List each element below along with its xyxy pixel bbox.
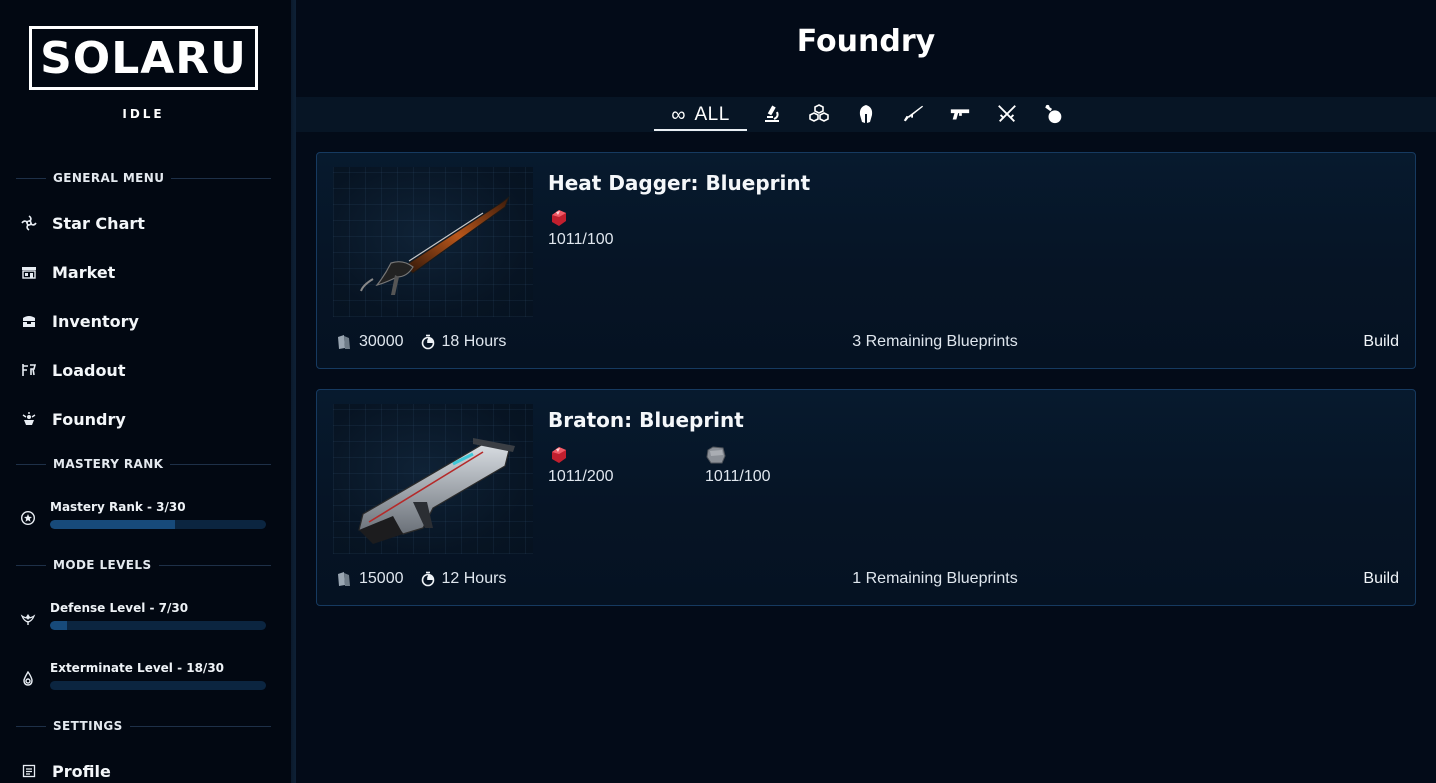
inventory-icon <box>20 312 38 330</box>
helmet-icon[interactable] <box>855 103 877 125</box>
filter-all-tab[interactable]: ∞ ALL <box>654 101 747 131</box>
mastery-rank-header: MASTERY RANK <box>16 457 271 471</box>
category-filter-bar: ∞ ALL <box>296 97 1436 132</box>
settings-header: SETTINGS <box>16 719 271 733</box>
resource-count: 1011/200 <box>548 468 614 485</box>
defense-level-label: Defense Level - 7/30 <box>50 601 189 615</box>
exterminate-level: Exterminate Level - 18/30 <box>20 661 266 697</box>
resource-requirement: 1011/100 <box>705 444 825 486</box>
blueprint-card: Braton: Blueprint 1011/200 1011/100 1500… <box>316 389 1416 606</box>
mastery-rank-title: MASTERY RANK <box>53 457 164 471</box>
page-title: Foundry <box>796 24 936 59</box>
sidebar-item-label: Market <box>52 262 116 282</box>
remaining-blueprints: 3 Remaining Blueprints <box>852 333 1018 350</box>
sidebar-item-label: Star Chart <box>52 213 145 233</box>
build-button[interactable]: Build <box>1363 333 1399 351</box>
sidebar-item-star-chart[interactable]: Star Chart <box>20 210 145 236</box>
resource-count: 1011/100 <box>705 468 771 485</box>
resource-requirement: 1011/100 <box>548 207 668 249</box>
sidebar-item-foundry[interactable]: Foundry <box>20 406 126 432</box>
red-crystal-icon <box>548 207 570 229</box>
general-menu-header: GENERAL MENU <box>16 171 271 185</box>
sidebar-item-loadout[interactable]: Loadout <box>20 357 125 383</box>
loadout-icon <box>20 361 38 379</box>
blueprint-name: Heat Dagger: Blueprint <box>548 171 811 195</box>
blueprint-name: Braton: Blueprint <box>548 408 744 432</box>
mastery-icon <box>20 510 36 526</box>
blueprint-card: Heat Dagger: Blueprint 1011/100 30000 18… <box>316 152 1416 369</box>
potion-icon[interactable] <box>1043 103 1065 125</box>
infinity-icon: ∞ <box>671 104 686 126</box>
resource-requirement: 1011/200 <box>548 444 668 486</box>
sidebar-item-label: Profile <box>52 761 111 781</box>
mastery-progress-bar <box>50 520 266 529</box>
profile-icon <box>20 762 38 780</box>
crossed-swords-icon[interactable] <box>996 103 1018 125</box>
mode-levels-header: MODE LEVELS <box>16 558 271 572</box>
sidebar-item-label: Inventory <box>52 311 139 331</box>
resource-count: 1011/100 <box>548 231 614 248</box>
microscope-icon[interactable] <box>761 103 783 125</box>
pistol-icon[interactable] <box>949 103 971 125</box>
mastery-rank-level: Mastery Rank - 3/30 <box>20 500 266 536</box>
heat-dagger-image <box>333 167 533 317</box>
sidebar-item-label: Foundry <box>52 409 126 429</box>
market-icon <box>20 263 38 281</box>
logo: SOLARU <box>29 26 258 90</box>
metal-ore-icon <box>705 444 727 466</box>
mode-levels-title: MODE LEVELS <box>53 558 152 572</box>
mastery-rank-label: Mastery Rank - 3/30 <box>50 500 186 514</box>
defense-icon <box>20 611 36 627</box>
foundry-icon <box>20 410 38 428</box>
sidebar-item-profile[interactable]: Profile <box>20 758 111 783</box>
general-menu-title: GENERAL MENU <box>53 171 165 185</box>
defense-level: Defense Level - 7/30 <box>20 601 266 637</box>
rifle-icon[interactable] <box>902 103 924 125</box>
logo-subtitle: IDLE <box>122 107 165 121</box>
cubes-icon[interactable] <box>808 103 830 125</box>
braton-image <box>333 404 533 554</box>
defense-progress-bar <box>50 621 266 630</box>
remaining-blueprints: 1 Remaining Blueprints <box>852 570 1018 587</box>
settings-title: SETTINGS <box>53 719 123 733</box>
red-crystal-icon <box>548 444 570 466</box>
sidebar: SOLARU IDLE GENERAL MENU Star Chart Mark… <box>0 0 291 783</box>
exterminate-level-label: Exterminate Level - 18/30 <box>50 661 225 675</box>
exterminate-icon <box>20 670 36 687</box>
sidebar-item-label: Loadout <box>52 360 126 380</box>
sidebar-item-market[interactable]: Market <box>20 259 115 285</box>
build-button[interactable]: Build <box>1363 570 1399 588</box>
sidebar-item-inventory[interactable]: Inventory <box>20 308 139 334</box>
star-chart-icon <box>20 214 38 232</box>
exterminate-progress-bar <box>50 681 266 690</box>
filter-all-label: ALL <box>694 104 730 125</box>
